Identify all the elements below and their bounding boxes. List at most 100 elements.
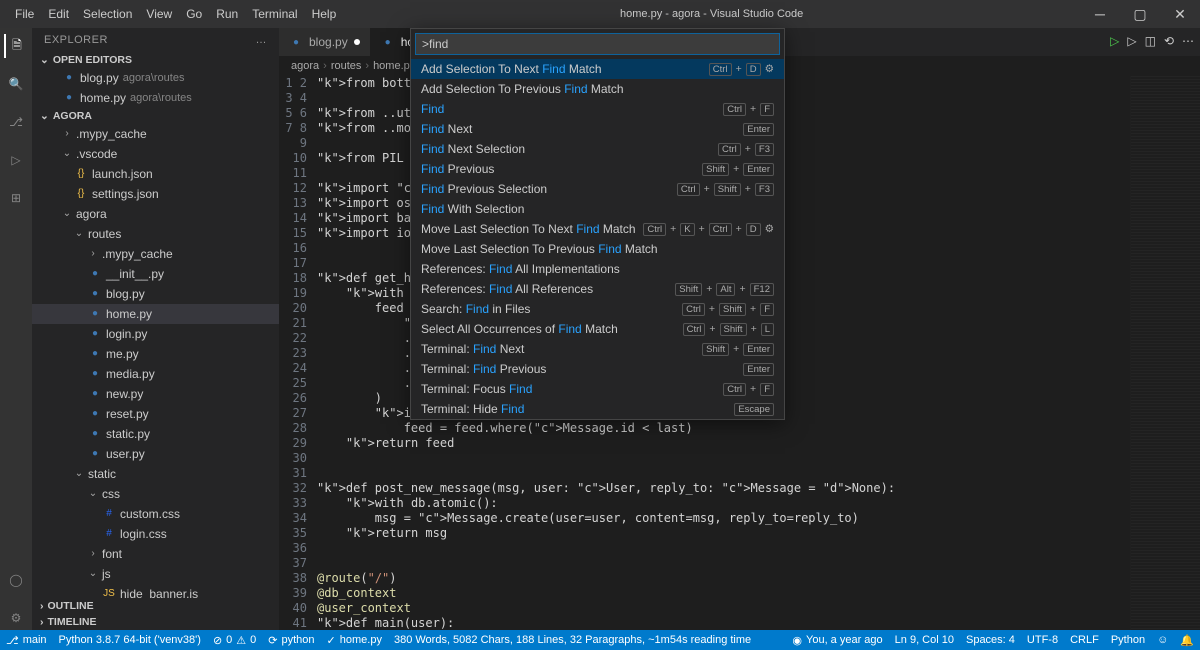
live-server[interactable]: ⟳ python (268, 634, 314, 647)
file-item[interactable]: ●new.py (32, 384, 279, 404)
doc-stats: 380 Words, 5082 Chars, 188 Lines, 32 Par… (394, 634, 751, 646)
more-icon[interactable]: … (256, 34, 268, 46)
folder-item[interactable]: ›font (32, 544, 279, 564)
line-numbers: 1 2 3 4 5 6 7 8 9 10 11 12 13 14 15 16 1… (279, 76, 317, 630)
menu-selection[interactable]: Selection (76, 3, 139, 25)
file-item[interactable]: #login.css (32, 524, 279, 544)
file-item[interactable]: JShide_banner.js (32, 584, 279, 598)
folder-item[interactable]: ⌄css (32, 484, 279, 504)
git-blame[interactable]: ◉ You, a year ago (792, 634, 882, 647)
menu-run[interactable]: Run (209, 3, 245, 25)
command-palette-item[interactable]: References: Find All ReferencesShift + A… (411, 279, 784, 299)
command-palette-item[interactable]: Terminal: Focus FindCtrl + F (411, 379, 784, 399)
folder-item[interactable]: ⌄static (32, 464, 279, 484)
explorer-header: EXPLORER … (32, 28, 279, 52)
command-palette-item[interactable]: Select All Occurrences of Find MatchCtrl… (411, 319, 784, 339)
notifications-icon[interactable]: 🔔 (1180, 634, 1194, 647)
command-palette: Add Selection To Next Find MatchCtrl + D… (410, 28, 785, 420)
problems[interactable]: ⊘ 0 ⚠ 0 (213, 634, 256, 647)
menu-go[interactable]: Go (179, 3, 209, 25)
file-item[interactable]: #custom.css (32, 504, 279, 524)
file-check[interactable]: ✓ home.py (327, 634, 382, 647)
file-item[interactable]: ●__init__.py (32, 264, 279, 284)
window-controls: ─ ▢ ✕ (1080, 0, 1200, 28)
file-item[interactable]: {}launch.json (32, 164, 279, 184)
file-item[interactable]: ●media.py (32, 364, 279, 384)
outline-section[interactable]: ›OUTLINE (32, 598, 279, 614)
open-editor-item[interactable]: ●home.py agora\routes (32, 88, 279, 108)
extensions-icon[interactable]: ⊞ (4, 186, 28, 210)
maximize-icon[interactable]: ▢ (1120, 0, 1160, 28)
menu-help[interactable]: Help (305, 3, 344, 25)
command-palette-input[interactable] (415, 33, 780, 55)
menu-edit[interactable]: Edit (41, 3, 76, 25)
folder-item[interactable]: ⌄agora (32, 204, 279, 224)
minimize-icon[interactable]: ─ (1080, 0, 1120, 28)
command-palette-item[interactable]: Find PreviousShift + Enter (411, 159, 784, 179)
command-palette-item[interactable]: Find Next SelectionCtrl + F3 (411, 139, 784, 159)
eol[interactable]: CRLF (1070, 634, 1099, 646)
run-icon[interactable]: ▷ (1110, 34, 1119, 48)
close-icon[interactable]: ✕ (1160, 0, 1200, 28)
open-editor-item[interactable]: ●blog.py agora\routes (32, 68, 279, 88)
command-palette-item[interactable]: Find Previous SelectionCtrl + Shift + F3 (411, 179, 784, 199)
file-item[interactable]: ●me.py (32, 344, 279, 364)
file-item[interactable]: {}settings.json (32, 184, 279, 204)
command-palette-item[interactable]: Find NextEnter (411, 119, 784, 139)
more-actions-icon[interactable]: ⋯ (1182, 34, 1194, 48)
git-branch[interactable]: ⎇ main (6, 634, 47, 647)
titlebar: FileEditSelectionViewGoRunTerminalHelp h… (0, 0, 1200, 28)
editor-tab[interactable]: ●blog.py (279, 28, 371, 56)
file-item[interactable]: ●blog.py (32, 284, 279, 304)
file-item[interactable]: ●reset.py (32, 404, 279, 424)
encoding[interactable]: UTF-8 (1027, 634, 1058, 646)
command-palette-item[interactable]: Add Selection To Previous Find Match (411, 79, 784, 99)
command-palette-item[interactable]: Move Last Selection To Previous Find Mat… (411, 239, 784, 259)
diff-icon[interactable]: ⟲ (1164, 34, 1174, 48)
project-section[interactable]: ⌄AGORA (32, 108, 279, 124)
menu-terminal[interactable]: Terminal (245, 3, 304, 25)
window-title: home.py - agora - Visual Studio Code (343, 8, 1080, 20)
language-mode[interactable]: Python (1111, 634, 1145, 646)
search-icon[interactable]: 🔍 (4, 72, 28, 96)
indent[interactable]: Spaces: 4 (966, 634, 1015, 646)
command-palette-item[interactable]: Search: Find in FilesCtrl + Shift + F (411, 299, 784, 319)
editor-toolbar: ▷ ▷ ◫ ⟲ ⋯ (1106, 30, 1198, 52)
command-palette-item[interactable]: Terminal: Hide FindEscape (411, 399, 784, 419)
python-interpreter[interactable]: Python 3.8.7 64-bit ('venv38') (59, 634, 201, 646)
menu-view[interactable]: View (139, 3, 179, 25)
explorer-sidebar: EXPLORER … ⌄OPEN EDITORS ●blog.py agora\… (32, 28, 279, 630)
command-palette-item[interactable]: Move Last Selection To Next Find MatchCt… (411, 219, 784, 239)
folder-item[interactable]: ›.mypy_cache (32, 244, 279, 264)
command-palette-item[interactable]: Find With Selection (411, 199, 784, 219)
main-menu: FileEditSelectionViewGoRunTerminalHelp (0, 3, 343, 25)
file-item[interactable]: ●login.py (32, 324, 279, 344)
activity-bar: 🗎 🔍 ⎇ ▷ ⊞ ◯ ⚙ (0, 28, 32, 630)
run-alt-icon[interactable]: ▷ (1127, 34, 1136, 48)
command-palette-item[interactable]: FindCtrl + F (411, 99, 784, 119)
cursor-position[interactable]: Ln 9, Col 10 (895, 634, 954, 646)
folder-item[interactable]: ⌄routes (32, 224, 279, 244)
account-icon[interactable]: ◯ (4, 568, 28, 592)
command-palette-item[interactable]: References: Find All Implementations (411, 259, 784, 279)
file-item[interactable]: ●home.py (32, 304, 279, 324)
file-item[interactable]: ●user.py (32, 444, 279, 464)
feedback-icon[interactable]: ☺ (1157, 634, 1168, 646)
timeline-section[interactable]: ›TIMELINE (32, 614, 279, 630)
command-palette-item[interactable]: Terminal: Find PreviousEnter (411, 359, 784, 379)
menu-file[interactable]: File (8, 3, 41, 25)
folder-item[interactable]: ⌄.vscode (32, 144, 279, 164)
source-control-icon[interactable]: ⎇ (4, 110, 28, 134)
settings-gear-icon[interactable]: ⚙ (4, 606, 28, 630)
minimap[interactable] (1130, 76, 1200, 630)
command-palette-item[interactable]: Terminal: Find NextShift + Enter (411, 339, 784, 359)
file-item[interactable]: ●static.py (32, 424, 279, 444)
run-debug-icon[interactable]: ▷ (4, 148, 28, 172)
open-editors-section[interactable]: ⌄OPEN EDITORS (32, 52, 279, 68)
explorer-title: EXPLORER (44, 34, 108, 46)
folder-item[interactable]: ⌄js (32, 564, 279, 584)
folder-item[interactable]: ›.mypy_cache (32, 124, 279, 144)
command-palette-item[interactable]: Add Selection To Next Find MatchCtrl + D… (411, 59, 784, 79)
split-icon[interactable]: ◫ (1145, 34, 1156, 48)
explorer-icon[interactable]: 🗎 (4, 34, 28, 58)
